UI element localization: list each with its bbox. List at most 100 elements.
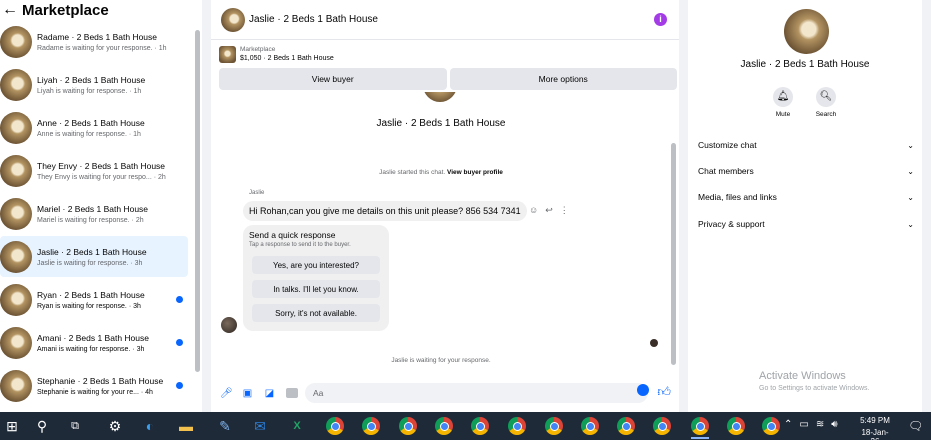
conversation-name: Ryan · 2 Beds 1 Bath House [37, 289, 145, 300]
avatar [0, 326, 32, 359]
quick-response-card: Send a quick response Tap a response to … [243, 225, 389, 331]
view-buyer-button[interactable]: View buyer [219, 68, 447, 90]
conversation-item[interactable]: Stephanie · 2 Beds 1 Bath House Stephani… [0, 365, 188, 406]
conversation-status: Stephanie is waiting for your re... · 4h [37, 388, 153, 396]
chat-members-row[interactable]: Chat members ⌄ [698, 162, 914, 180]
reply-icon[interactable]: ↩ [545, 205, 553, 216]
customize-chat-row[interactable]: Customize chat ⌄ [698, 136, 914, 154]
more-icon[interactable]: ⋮ [560, 205, 569, 216]
conversation-item[interactable]: Ryan · 2 Beds 1 Bath House Ryan is waiti… [0, 279, 188, 320]
chat-title[interactable]: Jaslie · 2 Beds 1 Bath House [249, 14, 378, 25]
chrome-icon[interactable] [399, 417, 417, 435]
clock-date: 18-Jan-26 [861, 428, 889, 440]
conversation-item[interactable]: Liyah · 2 Beds 1 Bath House Liyah is wai… [0, 64, 188, 105]
chrome-icon[interactable] [653, 417, 671, 435]
quick-reply-button[interactable]: Sorry, it's not available. [252, 304, 380, 322]
message-bubble[interactable]: Hi Rohan,can you give me details on this… [243, 201, 527, 221]
avatar[interactable] [221, 7, 245, 32]
chrome-icon[interactable] [435, 417, 453, 435]
chat-scrollbar[interactable] [671, 143, 676, 365]
chevron-down-icon: ⌄ [907, 140, 914, 150]
gif-icon[interactable] [286, 388, 298, 398]
row-label: Chat members [698, 166, 754, 176]
outlook-icon[interactable]: ✉ [251, 417, 269, 435]
chrome-icon[interactable] [508, 417, 526, 435]
clock-time: 5:49 PM [860, 416, 890, 425]
search-icon[interactable]: ⚲ [33, 417, 51, 435]
chrome-icon[interactable] [691, 417, 709, 435]
chrome-icon[interactable] [326, 417, 344, 435]
media-files-links-row[interactable]: Media, files and links ⌄ [698, 188, 914, 206]
info-icon[interactable]: i [654, 13, 667, 26]
conversation-item[interactable]: They Envy · 2 Beds 1 Bath House They Env… [0, 150, 188, 191]
volume-icon[interactable]: 🔊︎ [831, 419, 837, 430]
conversation-status: Liyah is waiting for response. · 1h [37, 87, 142, 95]
settings-icon[interactable]: ⚙ [106, 417, 124, 435]
info-title: Jaslie · 2 Beds 1 Bath House [740, 59, 870, 70]
message-input[interactable]: Aa [305, 383, 648, 403]
file-explorer-icon[interactable]: ▬ [177, 417, 195, 435]
mute-button[interactable]: 🔔︎ Mute [765, 87, 801, 118]
sticker-icon[interactable]: ◪ [264, 388, 275, 399]
edge-icon[interactable]: ◐ [141, 417, 159, 435]
sidebar-header: ← Marketplace [0, 0, 202, 20]
chrome-icon[interactable] [762, 417, 780, 435]
paint-icon[interactable]: ✎ [216, 417, 234, 435]
chrome-icon[interactable] [617, 417, 635, 435]
excel-icon[interactable]: X [288, 417, 306, 435]
conversation-item[interactable]: Radame · 2 Beds 1 Bath House Radame is w… [0, 21, 188, 62]
avatar [0, 154, 32, 187]
chrome-icon[interactable] [727, 417, 745, 435]
conversation-status: Ryan is waiting for response. · 3h [37, 302, 141, 310]
microphone-icon[interactable]: 🎤︎ [220, 388, 233, 399]
thread-title: Jaslie · 2 Beds 1 Bath House [376, 118, 506, 129]
message-composer: 🎤︎ ▣ ◪ Aa 👍︎ [211, 380, 679, 406]
sidebar-scrollbar[interactable] [195, 30, 200, 372]
avatar [784, 9, 829, 54]
conversation-status: Amani is waiting for response. · 3h [37, 345, 145, 353]
privacy-support-row[interactable]: Privacy & support ⌄ [698, 215, 914, 233]
watermark-title: Activate Windows [759, 370, 846, 382]
conversation-item-active[interactable]: Jaslie · 2 Beds 1 Bath House Jaslie is w… [0, 236, 188, 277]
activate-windows-watermark: Activate Windows Go to Settings to activ… [759, 370, 870, 392]
conversation-item[interactable]: Anne · 2 Beds 1 Bath House Anne is waiti… [0, 107, 188, 148]
task-view-icon[interactable]: ⧉ [66, 417, 84, 435]
view-buyer-profile-link[interactable]: View buyer profile [447, 169, 503, 176]
conversation-sidebar: ← Marketplace Radame · 2 Beds 1 Bath Hou… [0, 0, 202, 412]
avatar [0, 68, 32, 101]
system-tray: ⌃ ▭ ≋ 🔊︎ [784, 419, 838, 430]
chat-info-panel: Jaslie · 2 Beds 1 Bath House 🔔︎ Mute 🔍︎ … [688, 0, 922, 412]
chrome-icon[interactable] [545, 417, 563, 435]
clock[interactable]: 5:49 PM 18-Jan-26 [858, 416, 892, 440]
avatar [0, 111, 32, 144]
quick-reply-button[interactable]: Yes, are you interested? [252, 256, 380, 274]
back-arrow-icon[interactable]: ← [2, 1, 18, 19]
notification-icon[interactable]: 🗨︎ [908, 419, 923, 433]
thumbs-up-icon[interactable]: 👍︎ [657, 385, 671, 399]
search-button[interactable]: 🔍︎ Search [808, 87, 844, 118]
conversation-name: Liyah · 2 Beds 1 Bath House [37, 74, 146, 85]
message-actions: ☺ ↩ ⋮ [529, 205, 569, 216]
chrome-icon[interactable] [471, 417, 489, 435]
listing-card[interactable]: Marketplace $1,050 · 2 Beds 1 Bath House [211, 40, 679, 68]
react-icon[interactable]: ☺ [529, 205, 538, 216]
chrome-icon[interactable] [362, 417, 380, 435]
battery-icon[interactable]: ▭ [799, 419, 808, 430]
emoji-icon[interactable] [637, 384, 649, 396]
more-options-button[interactable]: More options [449, 68, 677, 90]
conversation-name: Anne · 2 Beds 1 Bath House [37, 117, 145, 128]
windows-start-icon[interactable]: ⊞ [3, 417, 21, 435]
conversation-name: Mariel · 2 Beds 1 Bath House [37, 203, 149, 214]
conversation-name: Amani · 2 Beds 1 Bath House [37, 332, 149, 343]
photo-icon[interactable]: ▣ [242, 388, 253, 399]
quick-reply-button[interactable]: In talks. I'll let you know. [252, 280, 380, 298]
conversation-item[interactable]: Mariel · 2 Beds 1 Bath House Mariel is w… [0, 193, 188, 234]
conversation-item[interactable]: Amani · 2 Beds 1 Bath House Amani is wai… [0, 322, 188, 363]
avatar [0, 283, 32, 316]
wifi-icon[interactable]: ≋ [816, 419, 824, 430]
chrome-icon[interactable] [581, 417, 599, 435]
search-icon: 🔍︎ [816, 87, 836, 107]
chevron-up-icon[interactable]: ⌃ [784, 419, 792, 430]
listing-source: Marketplace [240, 46, 276, 53]
active-app-indicator [691, 437, 709, 439]
